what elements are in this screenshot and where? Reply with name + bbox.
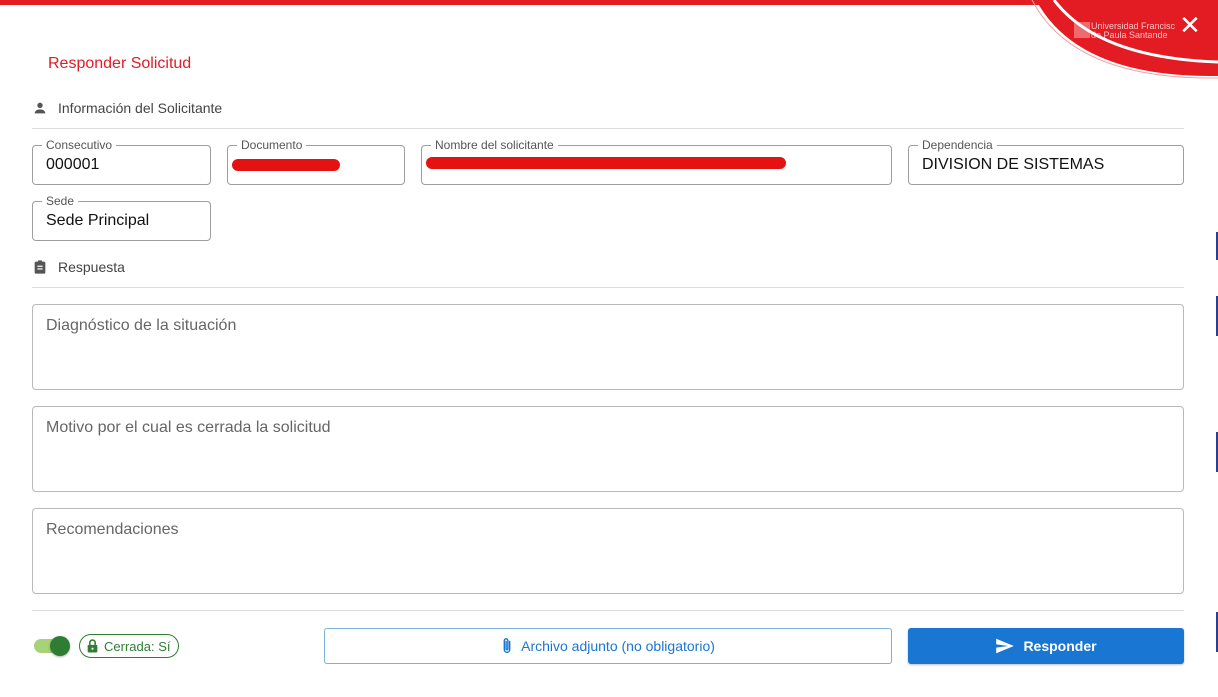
- motivo-placeholder: Motivo por el cual es cerrada la solicit…: [46, 419, 331, 436]
- recomendaciones-textarea[interactable]: Recomendaciones: [32, 508, 1184, 594]
- redaction-mark: [232, 159, 340, 171]
- lock-icon: [87, 639, 98, 653]
- nombre-label: Nombre del solicitante: [431, 138, 558, 152]
- dialog-title: Responder Solicitud: [48, 55, 192, 72]
- toggle-thumb: [50, 636, 70, 656]
- section-solicitante: Información del Solicitante: [32, 98, 222, 118]
- university-logo-mark: [1074, 22, 1090, 38]
- sede-label: Sede: [42, 194, 79, 208]
- paperclip-icon: [503, 638, 511, 653]
- dependencia-value: DIVISION DE SISTEMAS: [922, 156, 1105, 173]
- closed-toggle[interactable]: [32, 636, 72, 656]
- sede-field[interactable]: Sede Sede Principal: [32, 194, 211, 241]
- responder-button[interactable]: Responder: [908, 628, 1184, 664]
- consecutivo-value: 000001: [46, 156, 100, 173]
- diagnostico-textarea[interactable]: Diagnóstico de la situación: [32, 304, 1184, 390]
- attach-file-label: Archivo adjunto (no obligatorio): [521, 638, 715, 654]
- clipboard-icon: [34, 260, 46, 274]
- motivo-textarea[interactable]: Motivo por el cual es cerrada la solicit…: [32, 406, 1184, 492]
- consecutivo-label: Consecutivo: [42, 138, 117, 152]
- person-icon: [34, 102, 46, 114]
- close-icon[interactable]: ✕: [1176, 12, 1204, 40]
- sede-value: Sede Principal: [46, 212, 150, 229]
- diagnostico-placeholder: Diagnóstico de la situación: [46, 317, 237, 334]
- documento-label: Documento: [237, 138, 307, 152]
- section-respuesta: Respuesta: [32, 257, 125, 277]
- recomendaciones-placeholder: Recomendaciones: [46, 521, 179, 538]
- status-chip: Cerrada: Sí: [79, 634, 180, 658]
- divider: [32, 128, 1184, 129]
- responder-label: Responder: [1023, 638, 1097, 654]
- section-solicitante-label: Información del Solicitante: [58, 100, 223, 116]
- dependencia-label: Dependencia: [918, 138, 997, 152]
- redaction-mark: [426, 157, 786, 169]
- attach-file-button[interactable]: Archivo adjunto (no obligatorio): [324, 628, 892, 664]
- dependencia-field[interactable]: Dependencia DIVISION DE SISTEMAS: [908, 138, 1184, 185]
- university-logo-text: Universidad Francisc de Paula Santande: [1091, 21, 1176, 40]
- nombre-field[interactable]: Nombre del solicitante: [421, 138, 892, 185]
- status-chip-label: Cerrada: Sí: [104, 638, 171, 654]
- consecutivo-field[interactable]: Consecutivo 000001: [32, 138, 211, 185]
- documento-field[interactable]: Documento: [227, 138, 405, 185]
- section-respuesta-label: Respuesta: [58, 259, 125, 275]
- divider: [32, 287, 1184, 288]
- send-icon: [996, 638, 1015, 654]
- divider: [32, 610, 1184, 611]
